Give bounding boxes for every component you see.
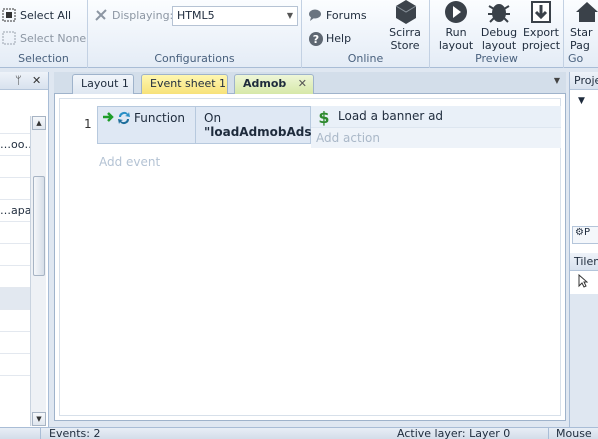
ribbon: Select All Select None Selection Display… [0,0,598,68]
select-all-icon [2,8,16,22]
list-item[interactable] [0,332,30,354]
list-item[interactable] [0,222,30,244]
list-item[interactable] [0,156,30,178]
ribbon-group-configurations: Displaying: HTML5 ▼ Configurations [88,0,302,68]
add-action-label: Add action [316,131,380,145]
goto-icon [574,0,598,24]
ribbon-group-online: Forums ? Help Scirra Store Online [302,0,430,68]
add-action-button[interactable]: Add action [311,128,561,148]
expand-icon[interactable]: ▼ [578,96,585,106]
left-panel-header: ᛘ ✕ [0,72,48,90]
tab-event-sheet-1[interactable]: Event sheet 1 [141,74,228,94]
online-group-label: Online [347,52,384,65]
arrow-icon [102,111,116,126]
debug-icon [486,0,512,24]
debug-layout-button[interactable]: Debug layout [477,0,521,52]
tab-admob-label: Admob [243,77,287,90]
ribbon-group-goto: Star Pag Go [564,0,598,68]
cursor-icon[interactable] [578,273,589,291]
left-panel-scrollbar[interactable]: ▲ ▼ [30,116,46,426]
condition-object[interactable]: Function [98,107,196,143]
displaying-label: Displaying: [94,8,173,22]
condition-parameter: "loadAdmobAds" [204,125,318,139]
select-all-label: Select All [20,8,72,22]
left-panel: ᛘ ✕ …oo… …apa… ▲ ▼ [0,72,49,427]
list-item[interactable] [0,178,30,200]
document-tabs: Layout 1 Event sheet 1 Admob ✕ ▼ [54,72,566,94]
condition-block[interactable]: Function On "loadAdmobAds" [97,106,318,144]
add-event-button[interactable]: Add event [99,155,160,169]
list-item[interactable] [0,288,30,310]
close-icon[interactable]: ✕ [298,77,307,90]
list-item[interactable] [0,112,30,134]
svg-text:?: ? [313,33,319,46]
ribbon-group-preview: Run layout Debug layout Export project P… [430,0,564,68]
scroll-down-icon[interactable]: ▼ [32,412,46,426]
ribbon-group-selection: Select All Select None Selection [0,0,88,68]
list-item[interactable] [0,310,30,332]
run-layout-button[interactable]: Run layout [434,0,478,52]
configurations-group-label: Configurations [154,52,235,65]
displaying-value: HTML5 [177,9,215,22]
tilemap-panel-header: Tilem [570,253,598,271]
help-button[interactable]: ? Help [308,31,351,46]
gear-icon: ⚙ [575,227,584,238]
function-icon [116,110,132,129]
list-item[interactable]: …apa… [0,200,30,222]
action-text: Load a banner ad [338,109,444,123]
store-icon [392,0,418,24]
forums-button[interactable]: Forums [308,8,367,22]
start-page-button[interactable]: Star Pag [570,0,598,52]
export-project-button[interactable]: Export project [519,0,563,52]
list-item[interactable]: …oo… [0,134,30,156]
scroll-thumb[interactable] [33,176,45,276]
select-none-button[interactable]: Select None [2,31,86,45]
run-icon [443,0,469,24]
status-events: Events: 2 [49,427,101,439]
preview-group-label: Preview [475,52,518,65]
tab-layout-1[interactable]: Layout 1 [72,74,134,94]
goto-group-label: Go [568,52,584,65]
status-active-layer: Active layer: Layer 0 [397,427,511,439]
status-bar: Events: 2 Active layer: Layer 0 Mouse [0,427,598,439]
select-none-label: Select None [20,31,87,45]
right-panel: Proje ▼ ⚙P Tilem [569,72,598,427]
select-all-button[interactable]: Select All [2,8,71,22]
export-icon [528,0,554,24]
scroll-up-icon[interactable]: ▲ [32,116,46,130]
left-panel-list: …oo… …apa… [0,112,30,376]
chevron-down-icon[interactable]: ▼ [554,76,560,85]
displaying-select[interactable]: HTML5 ▼ [172,6,298,26]
dollar-icon: $ [317,108,331,129]
displaying-icon [94,8,108,22]
svg-text:$: $ [318,108,329,126]
status-mouse: Mouse [556,427,592,439]
list-item[interactable] [0,244,30,266]
scirra-store-button[interactable]: Scirra Store [384,0,426,52]
condition-text: On "loadAdmobAds" [204,111,318,139]
select-none-icon [2,31,16,45]
action-row[interactable]: $ Load a banner ad [311,106,561,128]
condition-object-name: Function [134,111,186,125]
list-item[interactable] [0,354,30,376]
selection-group-label: Selection [18,52,69,65]
projects-panel-header: Proje [570,72,598,90]
event-number: 1 [84,117,92,131]
condition-line-1: On [204,111,222,125]
close-icon[interactable]: ✕ [32,74,41,87]
pin-icon[interactable]: ᛘ [15,74,22,87]
tab-admob[interactable]: Admob ✕ [234,74,314,94]
forums-icon [308,8,322,22]
tab-projects[interactable]: ⚙P [572,226,598,244]
list-item[interactable] [0,266,30,288]
chevron-down-icon: ▼ [286,11,293,20]
help-icon: ? [308,31,323,46]
